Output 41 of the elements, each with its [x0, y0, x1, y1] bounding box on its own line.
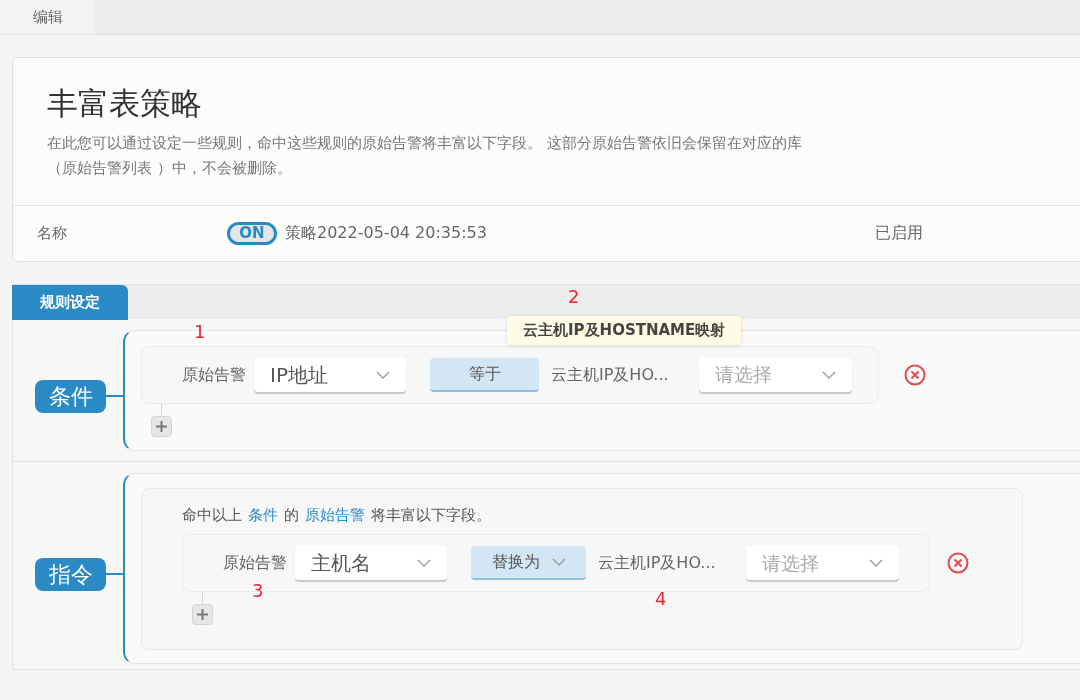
annotation-number: 3: [252, 579, 264, 603]
chevron-down-icon: [551, 558, 566, 566]
select-field[interactable]: 请选择: [746, 546, 899, 580]
chevron-down-icon: [376, 370, 390, 379]
value-text: 云主机IP及HO...: [598, 552, 717, 574]
description-text: 在此您可以通过设定一些规则，命中这些规则的原始告警将丰富以下字段。 这部分原始告警依旧会保留在对应的库（原始告警列表 ）中，不会被删除。: [47, 132, 803, 179]
close-circle-icon: [947, 552, 969, 574]
add-button[interactable]: [151, 415, 172, 437]
field-label: 原始告警: [223, 552, 287, 574]
toggle-switch[interactable]: ON: [227, 221, 277, 245]
instruction-text: 命中以上 条件 的 原始告警 将丰富以下字段。: [182, 504, 492, 526]
tooltip: 云主机IP及HOSTNAME映射: [507, 316, 742, 345]
remove-button[interactable]: [903, 362, 927, 387]
operator-button[interactable]: 替换为: [471, 546, 586, 580]
remove-button[interactable]: [946, 551, 970, 575]
section-label: 指令: [35, 557, 106, 591]
chevron-down-icon: [869, 559, 883, 567]
chevron-down-icon: [822, 370, 836, 379]
link[interactable]: 原始告警: [305, 505, 365, 524]
link[interactable]: 条件: [248, 505, 278, 524]
operator-button[interactable]: 等于: [430, 357, 539, 392]
annotation-number: 1: [194, 320, 206, 344]
status-text: 已启用: [875, 222, 923, 244]
add-button[interactable]: [192, 604, 213, 625]
name-label: 名称: [37, 222, 68, 244]
tab[interactable]: 规则设定: [12, 284, 128, 320]
close-circle-icon: [904, 363, 926, 386]
select-field[interactable]: IP地址: [254, 357, 406, 392]
value-text: 云主机IP及HO...: [551, 363, 670, 386]
plus-icon: [196, 608, 209, 621]
field-label: 原始告警: [182, 363, 246, 386]
plus-icon: [155, 419, 168, 433]
chevron-down-icon: [417, 559, 431, 567]
annotation-number: 2: [568, 285, 580, 309]
select-field[interactable]: 请选择: [699, 357, 852, 392]
tab[interactable]: 编辑: [0, 0, 95, 34]
page-title: 丰富表策略: [47, 84, 203, 123]
annotation-number: 4: [655, 587, 667, 611]
section-label: 条件: [35, 379, 106, 413]
policy-name: 策略2022-05-04 20:35:53: [285, 222, 488, 244]
select-field[interactable]: 主机名: [295, 546, 447, 580]
